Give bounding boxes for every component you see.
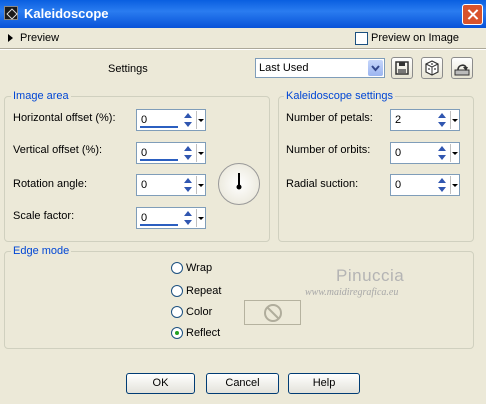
scale-factor-label: Scale factor: bbox=[13, 210, 75, 222]
window-title: Kaleidoscope bbox=[24, 6, 109, 21]
edge-mode-reflect-radio[interactable] bbox=[171, 327, 183, 339]
horizontal-offset-field[interactable]: 0 bbox=[136, 109, 206, 131]
orbits-field[interactable]: 0 bbox=[390, 142, 460, 164]
edge-mode-title: Edge mode bbox=[11, 245, 72, 257]
edge-mode-repeat-label[interactable]: Repeat bbox=[186, 285, 221, 297]
radial-suction-value: 0 bbox=[395, 179, 402, 191]
petals-label: Number of petals: bbox=[286, 112, 373, 124]
petals-field[interactable]: 2 bbox=[390, 109, 460, 131]
chevron-down-icon[interactable] bbox=[368, 60, 383, 76]
image-area-title: Image area bbox=[11, 90, 71, 102]
dial-icon bbox=[236, 173, 242, 190]
value-bar bbox=[140, 224, 178, 226]
help-button[interactable]: Help bbox=[288, 373, 360, 394]
spin-arrows-icon[interactable] bbox=[436, 176, 450, 194]
dropdown-arrow-icon[interactable] bbox=[450, 144, 458, 162]
radial-suction-field[interactable]: 0 bbox=[390, 174, 460, 196]
rotation-angle-field[interactable]: 0 bbox=[136, 174, 206, 196]
title-bar: Kaleidoscope bbox=[0, 0, 486, 28]
preset-value: Last Used bbox=[259, 62, 309, 74]
value-bar bbox=[140, 126, 178, 128]
horizontal-offset-value: 0 bbox=[141, 114, 148, 126]
settings-label: Settings bbox=[108, 63, 148, 75]
value-bar bbox=[140, 159, 178, 161]
dropdown-arrow-icon[interactable] bbox=[196, 111, 204, 129]
edge-color-swatch bbox=[244, 300, 301, 325]
edge-mode-color-radio[interactable] bbox=[171, 306, 183, 318]
vertical-offset-label: Vertical offset (%): bbox=[13, 144, 103, 156]
edge-mode-repeat-radio[interactable] bbox=[171, 285, 183, 297]
preview-label[interactable]: Preview bbox=[20, 32, 59, 44]
dropdown-arrow-icon[interactable] bbox=[450, 111, 458, 129]
preview-on-image-checkbox[interactable] bbox=[355, 32, 368, 45]
rotation-dial[interactable] bbox=[218, 163, 260, 205]
orbits-value: 0 bbox=[395, 147, 402, 159]
cancel-button[interactable]: Cancel bbox=[206, 373, 279, 394]
spin-arrows-icon[interactable] bbox=[182, 209, 196, 227]
divider-highlight bbox=[0, 49, 486, 50]
orbits-label: Number of orbits: bbox=[286, 144, 371, 156]
reset-icon bbox=[454, 64, 470, 76]
spin-arrows-icon[interactable] bbox=[436, 144, 450, 162]
save-icon bbox=[395, 61, 409, 75]
spin-arrows-icon[interactable] bbox=[182, 176, 196, 194]
spin-arrows-icon[interactable] bbox=[182, 144, 196, 162]
edge-mode-reflect-label[interactable]: Reflect bbox=[186, 327, 220, 339]
ok-button[interactable]: OK bbox=[126, 373, 195, 394]
preview-on-image-label: Preview on Image bbox=[371, 32, 460, 44]
watermark-name: Pinuccia bbox=[336, 266, 405, 285]
scale-factor-field[interactable]: 0 bbox=[136, 207, 206, 229]
petals-value: 2 bbox=[395, 114, 402, 126]
watermark-url: www.maidiregrafica.eu bbox=[305, 287, 399, 298]
scale-factor-value: 0 bbox=[141, 212, 148, 224]
expand-arrow-icon[interactable] bbox=[8, 34, 13, 42]
dropdown-arrow-icon[interactable] bbox=[196, 144, 204, 162]
dropdown-arrow-icon[interactable] bbox=[196, 209, 204, 227]
dropdown-arrow-icon[interactable] bbox=[196, 176, 204, 194]
reset-button[interactable] bbox=[451, 57, 473, 79]
rotation-angle-value: 0 bbox=[141, 179, 148, 191]
no-color-icon bbox=[264, 304, 282, 322]
radial-suction-label: Radial suction: bbox=[286, 178, 359, 190]
randomize-dice-icon bbox=[425, 60, 439, 76]
edge-mode-wrap-radio[interactable] bbox=[171, 262, 183, 274]
spin-arrows-icon[interactable] bbox=[436, 111, 450, 129]
spin-arrows-icon[interactable] bbox=[182, 111, 196, 129]
app-icon bbox=[4, 6, 18, 20]
preset-dropdown[interactable]: Last Used bbox=[255, 58, 385, 78]
vertical-offset-field[interactable]: 0 bbox=[136, 142, 206, 164]
randomize-button[interactable] bbox=[421, 57, 443, 79]
dropdown-arrow-icon[interactable] bbox=[450, 176, 458, 194]
kaleidoscope-settings-title: Kaleidoscope settings bbox=[284, 90, 396, 102]
edge-mode-wrap-label[interactable]: Wrap bbox=[186, 262, 212, 274]
save-preset-button[interactable] bbox=[391, 57, 413, 79]
close-button[interactable] bbox=[462, 4, 483, 25]
horizontal-offset-label: Horizontal offset (%): bbox=[13, 112, 116, 124]
rotation-angle-label: Rotation angle: bbox=[13, 178, 87, 190]
vertical-offset-value: 0 bbox=[141, 147, 148, 159]
edge-mode-color-label[interactable]: Color bbox=[186, 306, 212, 318]
